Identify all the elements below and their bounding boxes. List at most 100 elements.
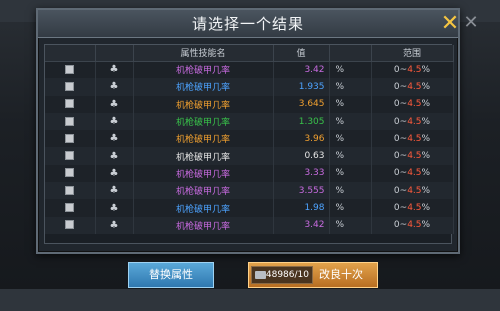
row-lock[interactable]: ♣ <box>95 61 134 79</box>
background-close-icon: ✕ <box>463 12 479 33</box>
range-low: 0~ <box>393 151 408 162</box>
row-checkbox[interactable] <box>45 130 96 148</box>
range-high: 4.5 <box>407 151 422 162</box>
table-row[interactable]: ♣ 机枪破甲几率 0.63% 0~4.5% <box>45 147 454 165</box>
row-value: 3.42 <box>273 216 330 234</box>
table-row[interactable]: ♣ 机枪破甲几率 3.42% 0~4.5% <box>45 216 454 234</box>
table-row[interactable]: ♣ 机枪破甲几率 3.96% 0~4.5% <box>45 130 454 148</box>
row-unit: % <box>329 147 372 165</box>
row-lock[interactable]: ♣ <box>95 112 134 131</box>
row-checkbox[interactable] <box>45 164 96 183</box>
row-value: 1.305 <box>273 112 330 131</box>
range-high: 4.5 <box>407 64 422 75</box>
close-icon[interactable]: ✕ <box>438 12 462 36</box>
row-checkbox[interactable] <box>45 182 96 200</box>
range-high: 4.5 <box>407 168 422 179</box>
row-lock[interactable]: ♣ <box>95 216 134 234</box>
range-unit: % <box>421 99 431 110</box>
row-checkbox[interactable] <box>45 147 96 165</box>
lock-icon[interactable]: ♣ <box>110 168 119 179</box>
table-row[interactable]: ♣ 机枪破甲几率 3.42% 0~4.5% <box>45 61 454 79</box>
checkbox-icon[interactable] <box>65 151 75 161</box>
table-row[interactable]: ♣ 机枪破甲几率 1.935% 0~4.5% <box>45 78 454 96</box>
checkbox-icon[interactable] <box>65 220 75 230</box>
range-high: 4.5 <box>407 185 422 196</box>
row-lock[interactable]: ♣ <box>95 95 134 113</box>
row-skill-name: 机枪破甲几率 <box>133 78 274 96</box>
lock-icon[interactable]: ♣ <box>110 81 119 92</box>
range-high: 4.5 <box>407 220 422 231</box>
range-unit: % <box>421 64 431 75</box>
header-range: 范围 <box>371 45 454 62</box>
lock-icon[interactable]: ♣ <box>110 185 119 196</box>
row-checkbox[interactable] <box>45 61 96 79</box>
row-lock[interactable]: ♣ <box>95 199 134 217</box>
row-lock[interactable]: ♣ <box>95 182 134 200</box>
checkbox-icon[interactable] <box>65 203 75 213</box>
lock-icon[interactable]: ♣ <box>110 99 119 110</box>
row-range: 0~4.5% <box>371 216 454 234</box>
row-value: 3.42 <box>273 61 330 79</box>
table-row[interactable]: ♣ 机枪破甲几率 3.33% 0~4.5% <box>45 164 454 183</box>
range-low: 0~ <box>393 220 408 231</box>
header-select <box>45 45 96 62</box>
row-value: 1.98 <box>273 199 330 217</box>
result-select-dialog: 请选择一个结果 ✕ 属性技能名 值 范围 ♣ 机枪破甲几率 3.42 % 0~4… <box>36 8 460 254</box>
range-low: 0~ <box>393 203 408 214</box>
range-high: 4.5 <box>407 99 422 110</box>
range-low: 0~ <box>393 185 408 196</box>
cost-box: 48986/10 <box>251 266 313 284</box>
row-unit: % <box>329 182 372 200</box>
row-skill-name: 机枪破甲几率 <box>133 164 274 183</box>
lock-icon[interactable]: ♣ <box>110 64 119 75</box>
range-low: 0~ <box>393 116 408 127</box>
checkbox-icon[interactable] <box>65 133 75 143</box>
row-checkbox[interactable] <box>45 95 96 113</box>
row-range: 0~4.5% <box>371 182 454 200</box>
checkbox-icon[interactable] <box>65 64 75 74</box>
row-checkbox[interactable] <box>45 112 96 131</box>
header-skill-name: 属性技能名 <box>133 45 274 62</box>
row-value: 0.63 <box>273 147 330 165</box>
result-table: 属性技能名 值 范围 ♣ 机枪破甲几率 3.42% 0~4.5% ♣ 机枪破甲几率 1.93… <box>44 44 454 244</box>
row-lock[interactable]: ♣ <box>95 78 134 96</box>
range-unit: % <box>421 220 431 231</box>
reform-ten-times-button[interactable]: 48986/10 改良十次 <box>248 262 378 288</box>
lock-icon[interactable]: ♣ <box>110 116 119 127</box>
checkbox-icon[interactable] <box>65 185 75 195</box>
table-row[interactable]: ♣ 机枪破甲几率 1.98% 0~4.5% <box>45 199 454 217</box>
checkbox-icon[interactable] <box>65 81 75 91</box>
row-checkbox[interactable] <box>45 78 96 96</box>
table-row[interactable]: ♣ 机枪破甲几率 3.555% 0~4.5% <box>45 182 454 200</box>
checkbox-icon[interactable] <box>65 99 75 109</box>
range-unit: % <box>421 203 431 214</box>
cost-text: 48986/10 <box>265 270 309 280</box>
range-high: 4.5 <box>407 203 422 214</box>
row-skill-name: 机枪破甲几率 <box>133 95 274 113</box>
lock-icon[interactable]: ♣ <box>110 133 119 144</box>
reform-label: 改良十次 <box>319 268 363 281</box>
checkbox-icon[interactable] <box>65 168 75 178</box>
table-row[interactable]: ♣ 机枪破甲几率 3.645% 0~4.5% <box>45 95 454 113</box>
row-lock[interactable]: ♣ <box>95 147 134 165</box>
row-lock[interactable]: ♣ <box>95 130 134 148</box>
row-lock[interactable]: ♣ <box>95 164 134 183</box>
table-row[interactable]: ♣ 机枪破甲几率 1.305% 0~4.5% <box>45 112 454 131</box>
row-skill-name: 机枪破甲几率 <box>133 147 274 165</box>
row-checkbox[interactable] <box>45 216 96 234</box>
row-range: 0~4.5% <box>371 147 454 165</box>
lock-icon[interactable]: ♣ <box>110 203 119 214</box>
range-high: 4.5 <box>407 116 422 127</box>
replace-attribute-button[interactable]: 替换属性 <box>128 262 214 288</box>
row-skill-name: 机枪破甲几率 <box>133 130 274 148</box>
row-checkbox[interactable] <box>45 199 96 217</box>
row-range: 0~4.5% <box>371 61 454 79</box>
row-unit: % <box>329 78 372 96</box>
header-unit <box>329 45 372 62</box>
range-unit: % <box>421 81 431 92</box>
header-lock <box>95 45 134 62</box>
lock-icon[interactable]: ♣ <box>110 220 119 231</box>
range-high: 4.5 <box>407 133 422 144</box>
lock-icon[interactable]: ♣ <box>110 151 119 162</box>
checkbox-icon[interactable] <box>65 116 75 126</box>
